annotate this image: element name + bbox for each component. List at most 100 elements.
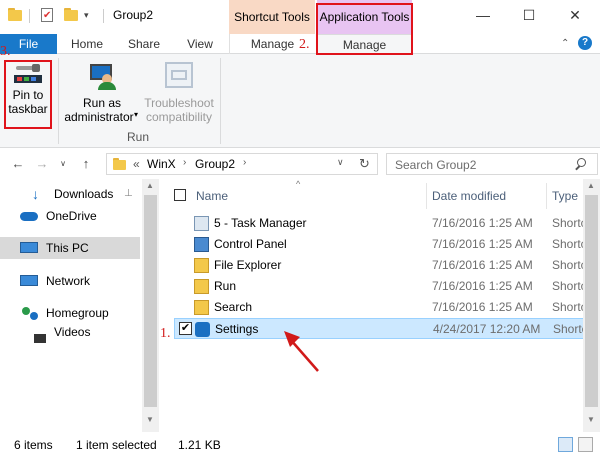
network-icon xyxy=(20,275,38,286)
file-explorer-icon xyxy=(194,258,209,273)
window-title: Group2 xyxy=(113,8,154,22)
dropdown-arrow-icon: ▾ xyxy=(134,110,139,119)
scroll-thumb[interactable] xyxy=(144,195,157,407)
forward-arrow-icon[interactable]: → xyxy=(34,155,50,173)
minimize-button[interactable]: — xyxy=(460,0,506,30)
file-name: Search xyxy=(214,300,253,314)
search-shortcut-icon xyxy=(194,300,209,315)
nav-item-downloads[interactable]: ↓ Downloads ⊥ xyxy=(0,183,140,205)
details-view-icon[interactable] xyxy=(558,437,573,452)
run-as-administrator-button[interactable]: Run as administrator ▾ xyxy=(62,60,142,126)
close-button[interactable]: ✕ xyxy=(552,0,598,30)
nav-label: This PC xyxy=(46,241,89,255)
help-icon[interactable]: ? xyxy=(578,36,592,50)
chevron-right-icon[interactable]: › xyxy=(243,157,246,168)
annotation-1: 1. xyxy=(160,326,171,341)
tab-home[interactable]: Home xyxy=(62,34,112,54)
address-bar[interactable]: « WinX › Group2 › ∨ ↻ xyxy=(106,153,378,175)
table-row[interactable]: Control Panel 7/16/2016 1:25 AM Shortcut xyxy=(174,234,600,255)
control-panel-icon xyxy=(194,237,209,252)
file-name: Settings xyxy=(215,322,259,336)
breadcrumb-winx[interactable]: WinX xyxy=(147,157,176,171)
nav-item-videos[interactable]: Videos xyxy=(0,325,140,349)
scroll-up-icon[interactable]: ▲ xyxy=(587,181,595,190)
admin-user-icon xyxy=(88,62,116,90)
search-input[interactable]: Search Group2 xyxy=(395,158,476,172)
maximize-button[interactable]: ☐ xyxy=(506,0,552,30)
highlight-pin-to-taskbar xyxy=(4,60,52,129)
run-icon xyxy=(194,279,209,294)
scroll-down-icon[interactable]: ▼ xyxy=(146,415,154,424)
nav-label: OneDrive xyxy=(46,209,97,223)
navigation-scrollbar[interactable]: ▲ ▼ xyxy=(142,179,159,432)
search-icon xyxy=(575,158,587,171)
new-folder-icon[interactable] xyxy=(64,8,80,22)
tab-share[interactable]: Share xyxy=(118,34,170,54)
file-date: 7/16/2016 1:25 AM xyxy=(432,216,533,230)
table-row[interactable]: Search 7/16/2016 1:25 AM Shortcut xyxy=(174,297,600,318)
column-header-date[interactable]: Date modified xyxy=(432,189,506,203)
search-box[interactable]: Search Group2 xyxy=(386,153,598,175)
nav-item-network[interactable]: Network xyxy=(0,270,140,292)
troubleshoot-icon xyxy=(165,62,193,88)
table-row-selected[interactable]: ✔ Settings 4/24/2017 12:20 AM Shortcut xyxy=(174,318,600,339)
pin-icon[interactable]: ⊥ xyxy=(124,183,133,205)
recent-locations-icon[interactable]: ∨ xyxy=(58,155,68,173)
videos-icon xyxy=(34,334,46,343)
address-row: ← → ∨ ↑ « WinX › Group2 › ∨ ↻ Search Gro… xyxy=(0,149,600,179)
scroll-thumb[interactable] xyxy=(585,195,598,407)
collapse-ribbon-icon[interactable]: ⌃ xyxy=(561,38,569,49)
file-list-scrollbar[interactable]: ▲ ▼ xyxy=(583,179,600,432)
troubleshoot-label-2: compatibility xyxy=(145,110,213,124)
ribbon-group-run-label: Run xyxy=(126,130,149,144)
properties-icon[interactable]: ✔ xyxy=(40,8,56,22)
task-manager-icon xyxy=(194,216,209,231)
chevron-right-icon[interactable]: › xyxy=(183,157,186,168)
file-date: 7/16/2016 1:25 AM xyxy=(432,258,533,272)
large-icons-view-icon[interactable] xyxy=(578,437,593,452)
scroll-down-icon[interactable]: ▼ xyxy=(587,415,595,424)
tab-view[interactable]: View xyxy=(176,34,224,54)
nav-label: Videos xyxy=(54,325,91,339)
select-all-checkbox[interactable] xyxy=(174,189,186,201)
address-dropdown-icon[interactable]: ∨ xyxy=(337,157,344,168)
nav-item-onedrive[interactable]: OneDrive xyxy=(0,205,140,227)
table-row[interactable]: Run 7/16/2016 1:25 AM Shortcut xyxy=(174,276,600,297)
status-bar: 6 items 1 item selected 1.21 KB xyxy=(0,432,600,458)
nav-label: Network xyxy=(46,274,91,288)
scroll-up-icon[interactable]: ▲ xyxy=(146,181,154,190)
column-header-name[interactable]: Name xyxy=(196,189,228,203)
file-name: 5 - Task Manager xyxy=(214,216,307,230)
troubleshoot-label-1: Troubleshoot xyxy=(144,96,214,110)
computer-icon xyxy=(20,242,38,253)
navigation-pane: ↓ Downloads ⊥ OneDrive This PC Network H… xyxy=(0,179,158,432)
refresh-icon[interactable]: ↻ xyxy=(359,156,370,172)
title-bar: ✔ ▾ Group2 Shortcut Tools Application To… xyxy=(0,0,600,34)
context-tab-shortcut-tools: Shortcut Tools xyxy=(229,0,315,34)
runas-label-1: Run as xyxy=(82,96,122,110)
folder-icon xyxy=(113,158,127,171)
table-row[interactable]: File Explorer 7/16/2016 1:25 AM Shortcut xyxy=(174,255,600,276)
annotation-2: 2. xyxy=(299,37,310,52)
status-size: 1.21 KB xyxy=(178,438,221,452)
column-header-type[interactable]: Type xyxy=(552,189,578,203)
file-name: Control Panel xyxy=(214,237,287,251)
status-selected: 1 item selected xyxy=(76,438,157,452)
runas-label-2: administrator xyxy=(64,110,134,124)
homegroup-icon xyxy=(22,307,30,315)
up-arrow-icon[interactable]: ↑ xyxy=(78,155,94,173)
file-name: File Explorer xyxy=(214,258,282,272)
back-arrow-icon[interactable]: ← xyxy=(10,155,26,173)
breadcrumb-overflow[interactable]: « xyxy=(133,157,140,171)
row-checkbox-checked[interactable]: ✔ xyxy=(179,322,192,335)
breadcrumb-group2[interactable]: Group2 xyxy=(195,157,235,171)
cloud-icon xyxy=(20,212,38,221)
nav-label: Downloads xyxy=(54,187,114,201)
troubleshoot-compatibility-button[interactable]: Troubleshoot compatibility xyxy=(144,60,214,126)
table-row[interactable]: 5 - Task Manager 7/16/2016 1:25 AM Short… xyxy=(174,213,600,234)
settings-gear-icon xyxy=(195,322,210,337)
customize-quick-access-icon[interactable]: ▾ xyxy=(84,10,89,21)
file-date: 4/24/2017 12:20 AM xyxy=(433,322,541,336)
nav-item-this-pc[interactable]: This PC xyxy=(0,237,140,259)
file-date: 7/16/2016 1:25 AM xyxy=(432,300,533,314)
